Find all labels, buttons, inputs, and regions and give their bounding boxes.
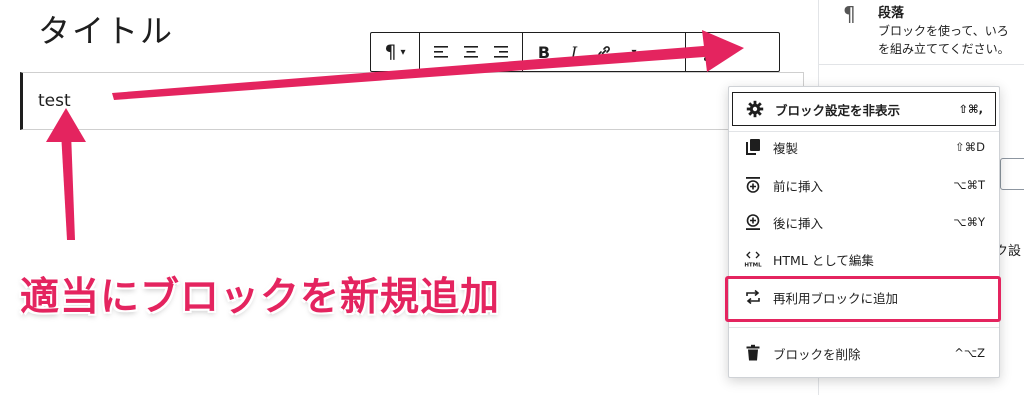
bold-button[interactable]: B (529, 33, 559, 71)
menu-item-insert-before[interactable]: 前に挿入 ⌥⌘T (729, 167, 999, 203)
italic-button[interactable]: I (559, 33, 589, 71)
block-card-title: 段落 (878, 6, 905, 21)
menu-item-label: 前に挿入 (773, 178, 824, 194)
alignment-group (420, 33, 523, 71)
strikethrough-button[interactable] (649, 33, 679, 71)
menu-item-shortcut: ⌥⌘T (953, 178, 985, 192)
more-format-caret[interactable]: ▾ (619, 33, 649, 71)
post-title[interactable]: タイトル (38, 6, 174, 52)
menu-item-shortcut: ⇧⌘D (955, 140, 985, 154)
block-type-group: ¶ ▾ (371, 33, 420, 71)
sidebar-divider (818, 64, 1024, 65)
menu-item-shortcut: ⌥⌘Y (953, 215, 985, 229)
link-icon (598, 46, 610, 58)
trash-icon (733, 344, 773, 362)
annotation-text: 適当にブロックを新規追加 (20, 275, 501, 320)
insert-after-icon (733, 213, 773, 231)
menu-item-label: ブロック設定を非表示 (775, 102, 901, 118)
block-options-menu: ブロック設定を非表示 ⇧⌘, 複製 ⇧⌘D 前に挿入 ⌥⌘T 後に挿入 ⌥⌘Y … (728, 86, 1000, 378)
sidebar-input-field[interactable] (1000, 158, 1024, 190)
insert-before-icon (733, 176, 773, 194)
gear-icon (735, 100, 775, 118)
menu-item-shortcut: ^⌥Z (954, 346, 985, 360)
menu-item-label: 後に挿入 (773, 215, 824, 231)
link-button[interactable] (589, 33, 619, 71)
menu-item-insert-after[interactable]: 後に挿入 ⌥⌘Y (729, 204, 999, 240)
align-center-icon (464, 46, 478, 58)
menu-separator (729, 327, 999, 328)
align-center-button[interactable] (456, 33, 486, 71)
more-vertical-icon (704, 43, 708, 61)
more-options-button[interactable] (686, 33, 726, 71)
align-right-button[interactable] (486, 33, 516, 71)
arrow-to-paragraph (61, 132, 75, 240)
menu-item-shortcut: ⇧⌘, (958, 102, 983, 116)
menu-item-duplicate[interactable]: 複製 ⇧⌘D (729, 129, 999, 165)
html-icon: HTML (733, 250, 773, 268)
align-right-icon (494, 46, 508, 58)
block-desc-line-2: を組み立ててください。 (878, 42, 1010, 56)
menu-item-hide-block-settings[interactable]: ブロック設定を非表示 ⇧⌘, (731, 91, 997, 127)
block-card-description: ブロックを使って、いろ を組み立ててください。 (878, 22, 1024, 58)
menu-item-label: 複製 (773, 140, 799, 156)
block-type-switcher[interactable]: ¶ ▾ (371, 33, 419, 71)
menu-item-label: HTML として編集 (773, 252, 874, 268)
formatting-group: B I ▾ (523, 33, 686, 71)
paragraph-block-icon: ¶ (843, 2, 856, 26)
menu-item-edit-as-html[interactable]: HTML HTML として編集 (729, 241, 999, 277)
paragraph-text[interactable]: test (38, 91, 71, 111)
menu-item-remove-block[interactable]: ブロックを削除 ^⌥Z (729, 335, 999, 371)
pilcrow-icon: ¶ (384, 41, 397, 63)
svg-text:HTML: HTML (744, 263, 762, 269)
highlight-box (725, 276, 1001, 322)
menu-item-label: ブロックを削除 (773, 346, 861, 362)
align-left-button[interactable] (426, 33, 456, 71)
block-toolbar: ¶ ▾ B I ▾ (370, 32, 780, 72)
duplicate-icon (733, 138, 773, 156)
align-left-icon (434, 46, 448, 58)
paragraph-block[interactable] (20, 72, 804, 130)
block-desc-line-1: ブロックを使って、いろ (878, 24, 1009, 38)
chevron-down-icon: ▾ (400, 46, 406, 58)
